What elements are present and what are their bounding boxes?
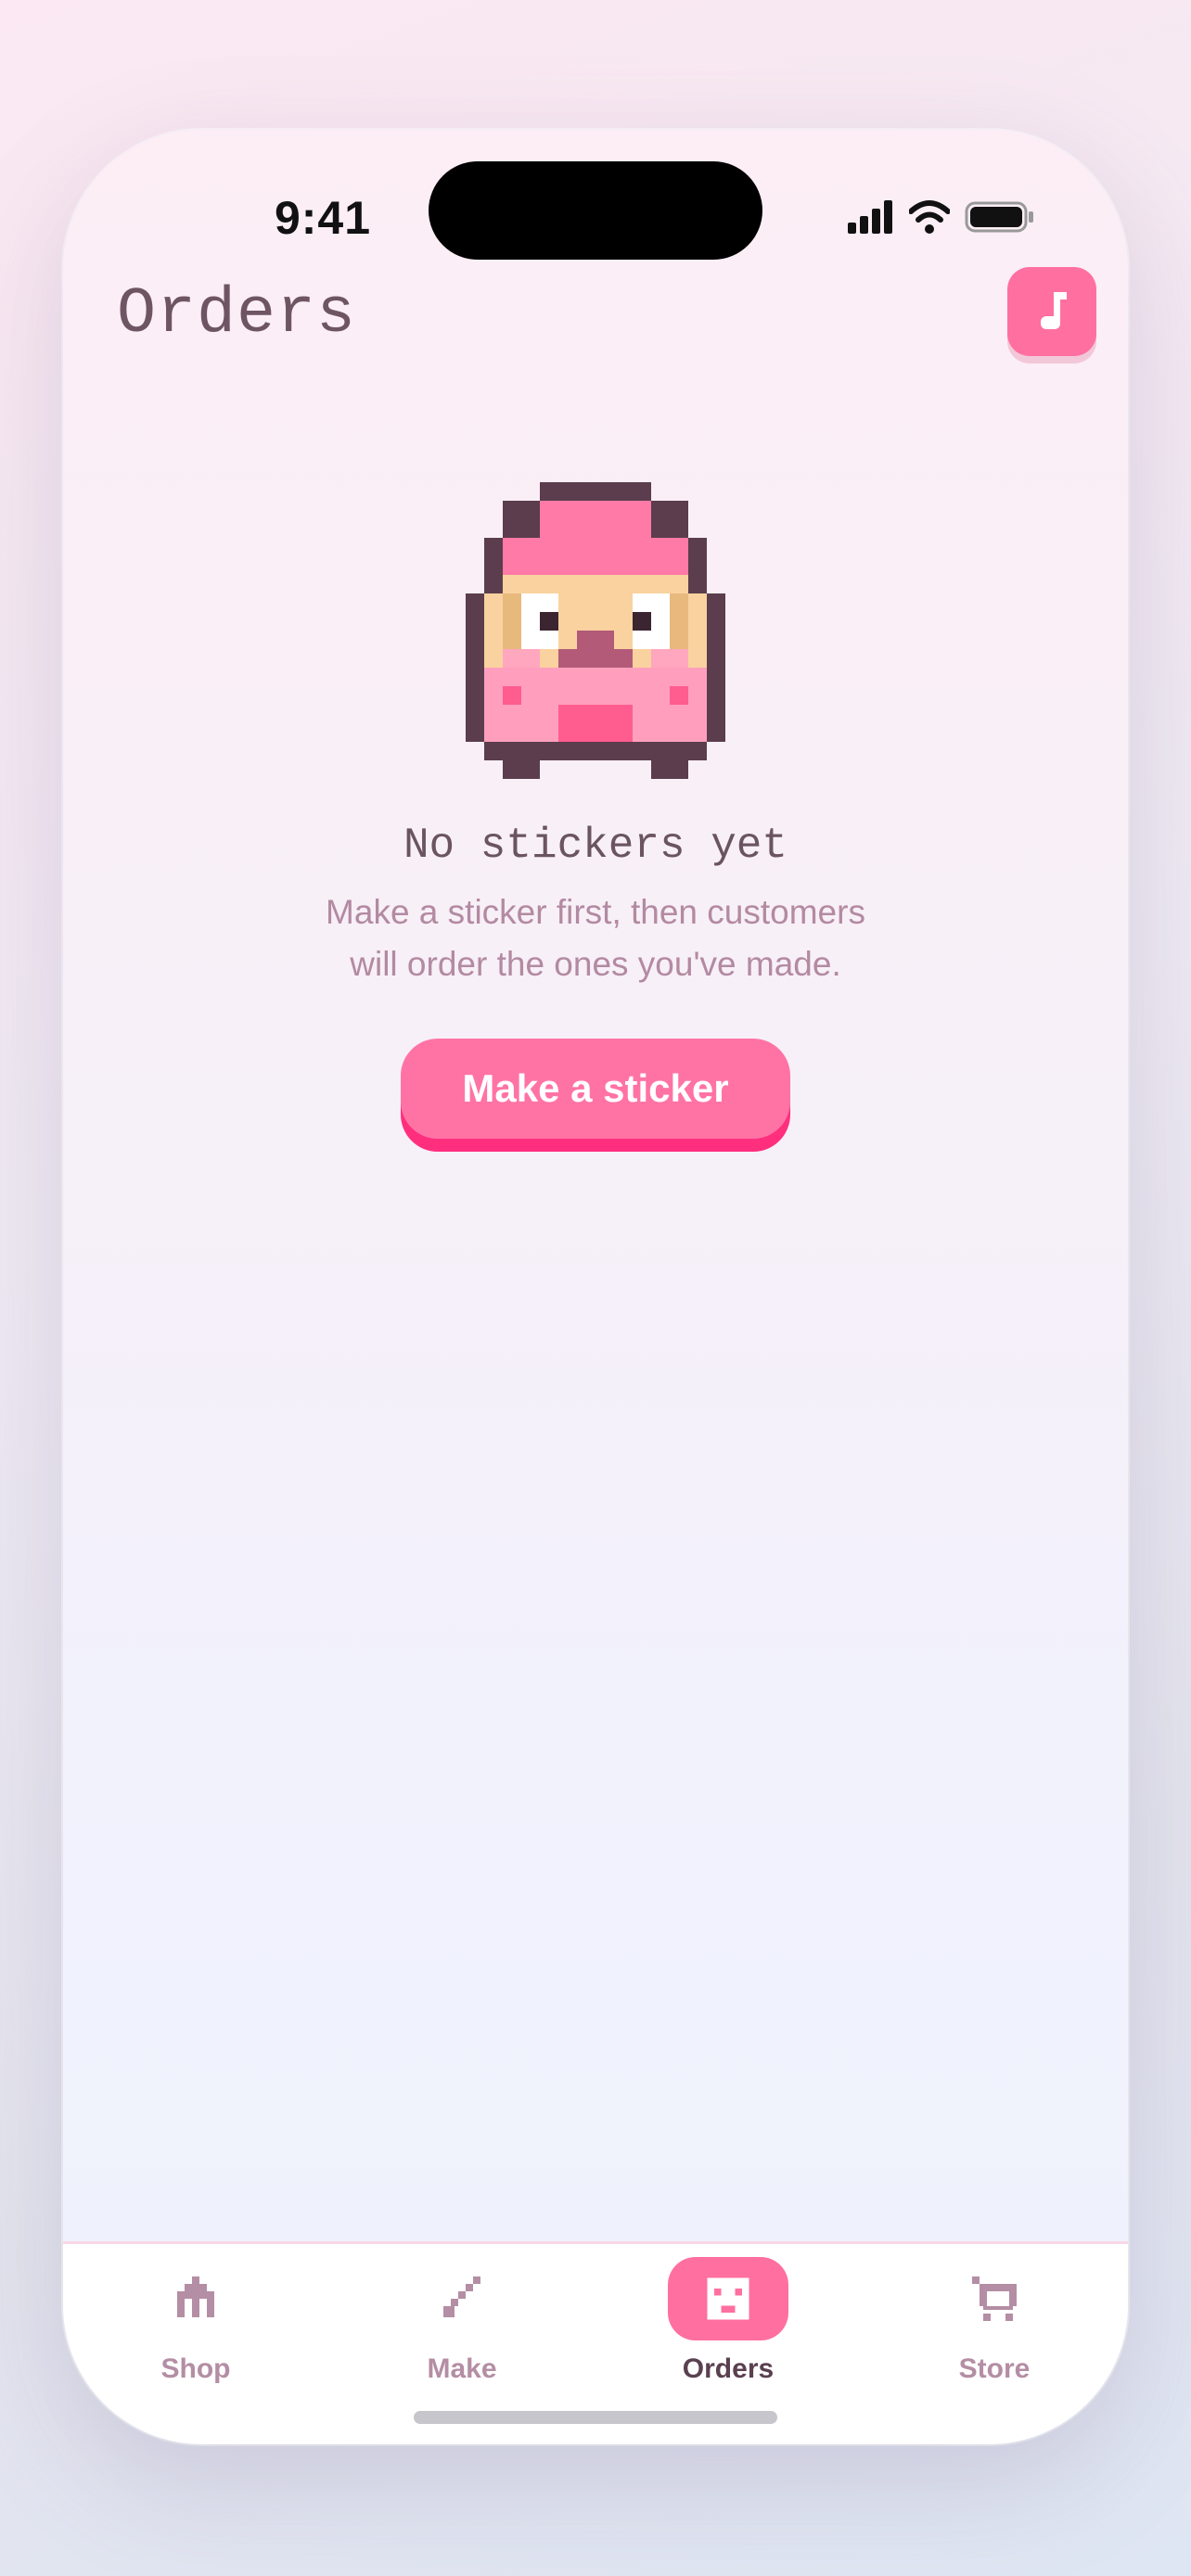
tab-label-orders: Orders xyxy=(682,2353,775,2384)
phone-screen: 9:41 Orders No stickers yet Make a stick… xyxy=(63,130,1128,2444)
music-button[interactable] xyxy=(1007,267,1096,356)
dynamic-island xyxy=(429,161,762,260)
home-indicator xyxy=(414,2411,777,2424)
music-note-icon xyxy=(1041,292,1067,329)
signal-icon xyxy=(848,200,892,234)
shop-icon xyxy=(177,2276,214,2317)
make-sticker-button[interactable]: Make a sticker xyxy=(401,1039,790,1139)
wifi-icon xyxy=(909,200,950,234)
store-icon xyxy=(972,2276,1017,2321)
tab-orders[interactable]: Orders xyxy=(635,2257,821,2396)
tab-store[interactable]: Store xyxy=(902,2257,1087,2396)
tab-label-make: Make xyxy=(427,2353,497,2384)
tab-shop-icon-wrap xyxy=(135,2257,256,2340)
empty-state-title: No stickers yet xyxy=(403,822,788,870)
tab-store-icon-wrap xyxy=(934,2257,1055,2340)
status-time: 9:41 xyxy=(274,192,372,244)
tab-make[interactable]: Make xyxy=(369,2257,555,2396)
empty-state-description: Make a sticker first, then customers wil… xyxy=(326,893,865,983)
tab-shop[interactable]: Shop xyxy=(103,2257,288,2396)
battery-icon xyxy=(965,201,1033,233)
tab-orders-icon-wrap xyxy=(668,2257,788,2340)
pencil-icon xyxy=(443,2276,480,2317)
page-title: Orders xyxy=(117,278,357,351)
tab-label-store: Store xyxy=(958,2353,1031,2384)
orders-face-icon xyxy=(707,2277,749,2320)
pixel-mascot-icon xyxy=(466,482,725,779)
tab-label-shop: Shop xyxy=(160,2353,231,2384)
tab-bar: Shop Make Orders Store xyxy=(63,2241,1128,2444)
tab-make-icon-wrap xyxy=(402,2257,522,2340)
